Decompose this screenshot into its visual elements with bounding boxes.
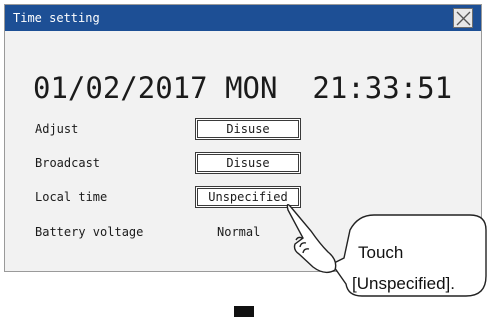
callout-line-1: Touch: [358, 243, 404, 262]
down-arrow-icon: [234, 306, 254, 317]
touch-callout: [286, 203, 487, 297]
hand-pointer-icon: [286, 203, 337, 274]
callout-line-2: [Unspecified].: [352, 274, 455, 293]
